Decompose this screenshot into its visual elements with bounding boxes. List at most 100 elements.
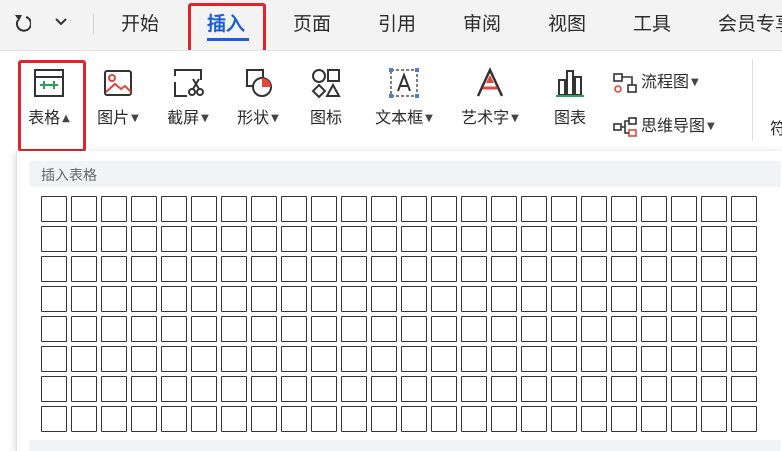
table-grid-cell[interactable] (131, 256, 157, 282)
table-grid-cell[interactable] (311, 376, 337, 402)
table-grid-cell[interactable] (461, 316, 487, 342)
table-grid-cell[interactable] (671, 346, 697, 372)
table-grid-cell[interactable] (371, 376, 397, 402)
table-grid-cell[interactable] (311, 256, 337, 282)
table-grid-cell[interactable] (611, 226, 637, 252)
table-grid-cell[interactable] (131, 376, 157, 402)
table-grid-cell[interactable] (521, 406, 547, 432)
table-grid-cell[interactable] (701, 376, 727, 402)
table-grid-cell[interactable] (461, 286, 487, 312)
table-grid-cell[interactable] (131, 406, 157, 432)
table-grid-cell[interactable] (311, 196, 337, 222)
mindmap-button[interactable]: 思维导图 ▼ (612, 113, 715, 139)
table-grid-cell[interactable] (401, 376, 427, 402)
table-grid-cell[interactable] (461, 196, 487, 222)
table-grid-cell[interactable] (341, 196, 367, 222)
table-grid-cell[interactable] (251, 226, 277, 252)
table-grid-cell[interactable] (341, 406, 367, 432)
table-grid-cell[interactable] (71, 346, 97, 372)
table-grid-cell[interactable] (701, 196, 727, 222)
table-grid-cell[interactable] (281, 196, 307, 222)
table-grid-cell[interactable] (191, 226, 217, 252)
table-grid-cell[interactable] (191, 316, 217, 342)
table-grid-cell[interactable] (191, 256, 217, 282)
table-grid-cell[interactable] (161, 316, 187, 342)
table-grid-cell[interactable] (611, 406, 637, 432)
table-grid-cell[interactable] (371, 226, 397, 252)
table-grid-cell[interactable] (521, 226, 547, 252)
table-grid-cell[interactable] (731, 316, 757, 342)
table-grid-cell[interactable] (251, 406, 277, 432)
table-grid-cell[interactable] (341, 316, 367, 342)
tab-references[interactable]: 引用 (378, 10, 416, 38)
table-grid-cell[interactable] (641, 196, 667, 222)
textbox-button[interactable]: 文本框 ▼ (366, 65, 442, 130)
table-grid-cell[interactable] (341, 346, 367, 372)
table-grid-cell[interactable] (371, 346, 397, 372)
table-grid-cell[interactable] (641, 376, 667, 402)
table-grid-cell[interactable] (461, 406, 487, 432)
table-grid-cell[interactable] (341, 226, 367, 252)
table-grid-cell[interactable] (221, 196, 247, 222)
table-grid-cell[interactable] (251, 376, 277, 402)
table-grid-cell[interactable] (641, 406, 667, 432)
table-grid-cell[interactable] (371, 196, 397, 222)
table-grid-cell[interactable] (671, 196, 697, 222)
table-grid-cell[interactable] (551, 346, 577, 372)
table-grid-cell[interactable] (551, 256, 577, 282)
table-grid-cell[interactable] (521, 346, 547, 372)
table-grid-cell[interactable] (671, 256, 697, 282)
table-grid-cell[interactable] (401, 316, 427, 342)
table-grid-cell[interactable] (401, 286, 427, 312)
table-grid-cell[interactable] (491, 286, 517, 312)
table-grid-cell[interactable] (641, 316, 667, 342)
table-grid-cell[interactable] (191, 346, 217, 372)
table-grid-cell[interactable] (401, 346, 427, 372)
table-grid-cell[interactable] (431, 286, 457, 312)
table-grid-cell[interactable] (221, 256, 247, 282)
table-grid-cell[interactable] (281, 226, 307, 252)
table-grid-cell[interactable] (311, 226, 337, 252)
table-grid-cell[interactable] (101, 226, 127, 252)
table-grid-cell[interactable] (71, 316, 97, 342)
table-grid-cell[interactable] (71, 196, 97, 222)
table-grid-cell[interactable] (521, 316, 547, 342)
table-grid-cell[interactable] (101, 316, 127, 342)
table-grid-cell[interactable] (431, 226, 457, 252)
tab-insert[interactable]: 插入 (207, 10, 245, 38)
table-grid-cell[interactable] (101, 286, 127, 312)
table-grid-cell[interactable] (41, 406, 67, 432)
table-grid-cell[interactable] (491, 226, 517, 252)
table-grid-cell[interactable] (581, 286, 607, 312)
screenshot-button[interactable]: 截屏 ▼ (158, 65, 218, 130)
table-grid-cell[interactable] (731, 226, 757, 252)
table-grid-cell[interactable] (341, 256, 367, 282)
table-grid-cell[interactable] (311, 316, 337, 342)
table-grid-cell[interactable] (371, 256, 397, 282)
table-grid-cell[interactable] (191, 196, 217, 222)
table-grid-cell[interactable] (341, 286, 367, 312)
table-grid-cell[interactable] (161, 346, 187, 372)
table-grid-cell[interactable] (41, 316, 67, 342)
table-grid-cell[interactable] (431, 316, 457, 342)
table-grid-cell[interactable] (101, 346, 127, 372)
table-grid-cell[interactable] (401, 196, 427, 222)
table-grid-cell[interactable] (521, 256, 547, 282)
table-grid-cell[interactable] (671, 316, 697, 342)
table-grid-cell[interactable] (701, 226, 727, 252)
table-grid-cell[interactable] (701, 316, 727, 342)
tab-home[interactable]: 开始 (121, 10, 159, 38)
table-grid-cell[interactable] (701, 406, 727, 432)
chevron-down-icon[interactable] (53, 14, 69, 30)
table-grid-cell[interactable] (731, 346, 757, 372)
tab-member[interactable]: 会员专享 (718, 10, 782, 38)
table-grid-cell[interactable] (521, 376, 547, 402)
table-grid-cell[interactable] (551, 196, 577, 222)
table-grid-cell[interactable] (71, 286, 97, 312)
table-grid-cell[interactable] (161, 406, 187, 432)
table-grid-cell[interactable] (101, 196, 127, 222)
table-grid-cell[interactable] (581, 406, 607, 432)
table-grid-cell[interactable] (341, 376, 367, 402)
table-grid-cell[interactable] (491, 256, 517, 282)
table-grid-cell[interactable] (281, 256, 307, 282)
